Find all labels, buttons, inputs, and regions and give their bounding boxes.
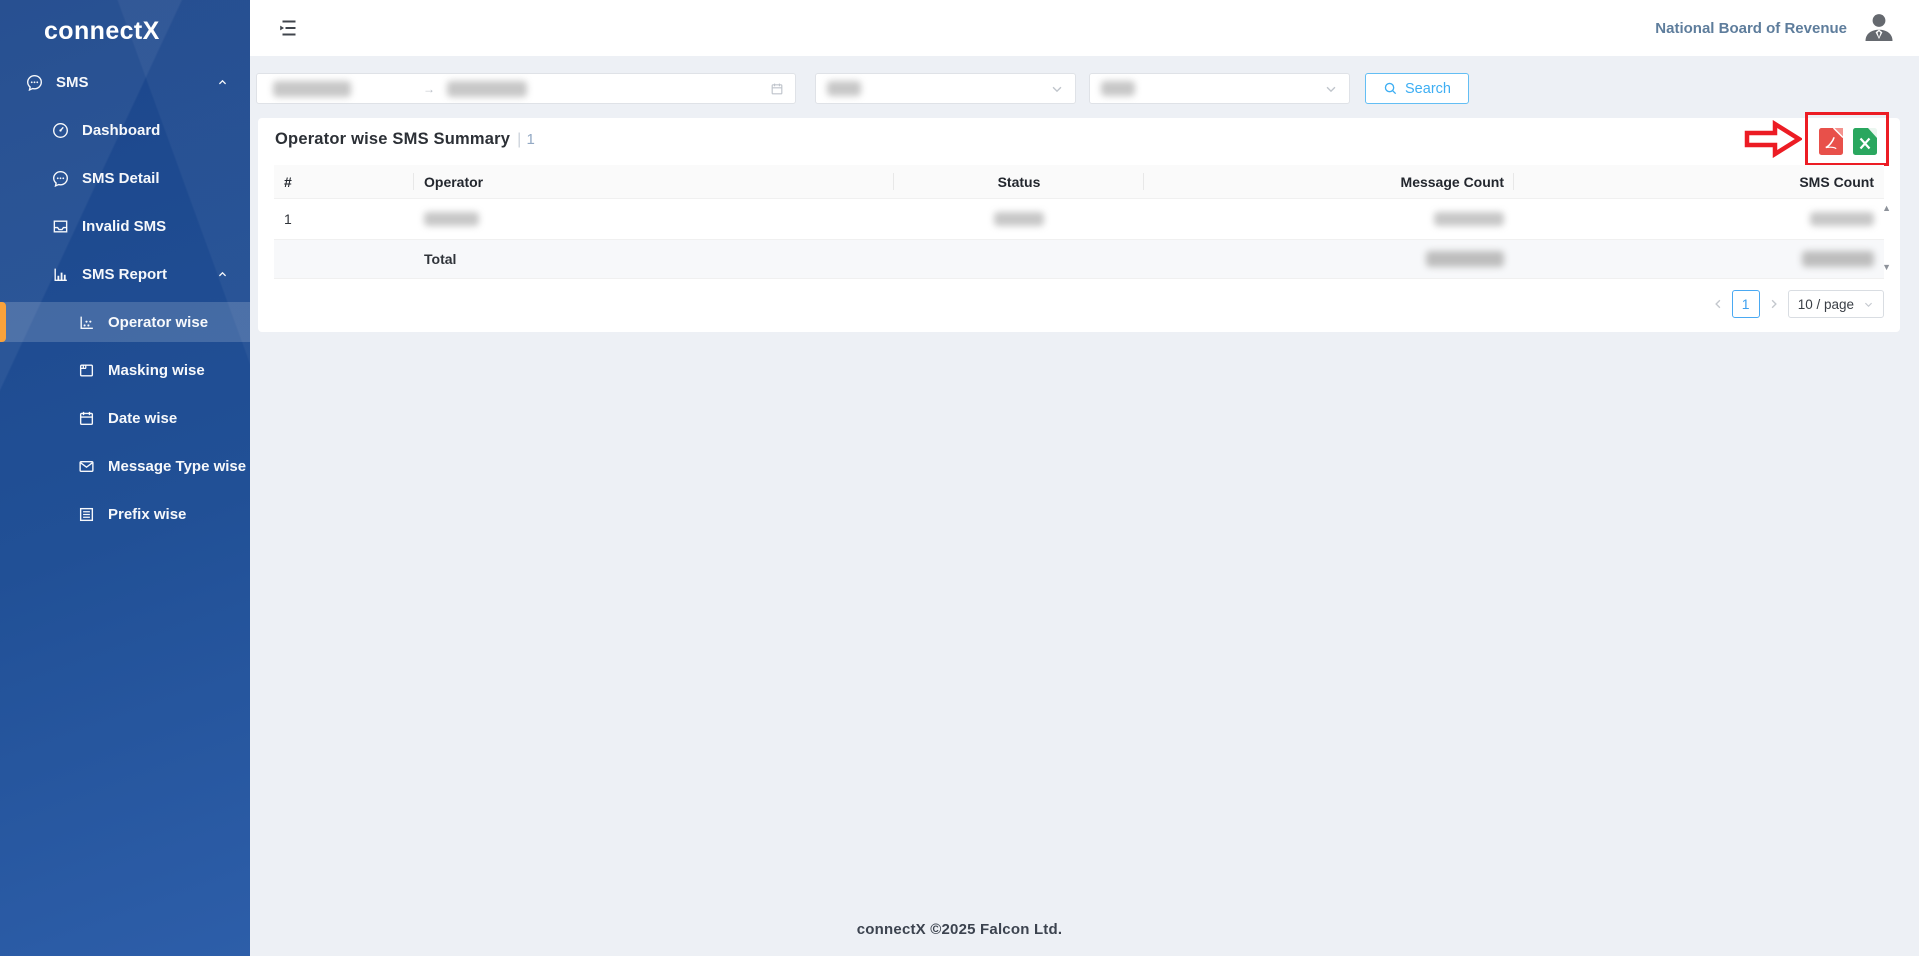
title-divider: | bbox=[517, 131, 521, 148]
sms-icon bbox=[26, 74, 43, 91]
row-index: 1 bbox=[274, 199, 414, 239]
redacted-total-sms-count bbox=[1802, 251, 1874, 267]
footer-text: connectX ©2025 Falcon Ltd. bbox=[250, 921, 1919, 938]
dot-chart-icon bbox=[78, 314, 95, 331]
page-size-label: 10 / page bbox=[1798, 297, 1854, 312]
pagination: 1 10 / page bbox=[1712, 290, 1884, 318]
sidebar-item-prefix-wise[interactable]: Prefix wise bbox=[0, 494, 250, 534]
chevron-down-icon bbox=[1863, 299, 1874, 310]
file-pdf-icon[interactable] bbox=[1819, 128, 1843, 155]
search-button-label: Search bbox=[1405, 81, 1451, 97]
sidebar: connectX SMS Dashboard SMS Detail Invali… bbox=[0, 0, 250, 956]
scrollbar-up-arrow[interactable]: ▲ bbox=[1882, 204, 1891, 213]
calendar-icon bbox=[770, 82, 784, 96]
total-label: Total bbox=[414, 240, 894, 278]
sidebar-item-message-type-wise[interactable]: Message Type wise bbox=[0, 446, 250, 486]
sidebar-item-label: Message Type wise bbox=[108, 458, 246, 475]
next-page-icon[interactable] bbox=[1768, 298, 1780, 310]
sidebar-item-label: Prefix wise bbox=[108, 506, 186, 523]
chevron-down-icon bbox=[1324, 82, 1338, 96]
table-header-row: # Operator Status Message Count SMS Coun… bbox=[274, 165, 1884, 199]
mail-icon bbox=[78, 458, 95, 475]
sidebar-item-label: Invalid SMS bbox=[82, 218, 166, 235]
org-name: National Board of Revenue bbox=[1655, 20, 1847, 37]
date-range-picker[interactable]: → bbox=[256, 73, 796, 104]
masking-panel-icon bbox=[78, 362, 95, 379]
page-title: Operator wise SMS Summary | 1 bbox=[275, 130, 535, 149]
sidebar-item-date-wise[interactable]: Date wise bbox=[0, 398, 250, 438]
sidebar-item-operator-wise[interactable]: Operator wise bbox=[0, 302, 250, 342]
search-icon bbox=[1383, 81, 1398, 96]
sidebar-item-label: SMS Detail bbox=[82, 170, 160, 187]
redacted-start-date bbox=[273, 81, 351, 97]
sidebar-item-label: Operator wise bbox=[108, 314, 208, 331]
scrollbar-down-arrow[interactable]: ▼ bbox=[1882, 263, 1891, 272]
sidebar-item-invalid-sms[interactable]: Invalid SMS bbox=[0, 206, 250, 246]
page-size-select[interactable]: 10 / page bbox=[1788, 290, 1884, 318]
file-excel-icon[interactable] bbox=[1853, 128, 1877, 155]
operator-sms-table: # Operator Status Message Count SMS Coun… bbox=[274, 165, 1884, 279]
header-sms-count: SMS Count bbox=[1514, 165, 1884, 198]
report-chart-icon bbox=[52, 266, 69, 283]
redacted-operator bbox=[424, 212, 479, 226]
summary-title: Operator wise SMS Summary bbox=[275, 130, 510, 148]
header-status: Status bbox=[894, 165, 1144, 198]
chevron-up-icon bbox=[217, 269, 228, 280]
search-button[interactable]: Search bbox=[1365, 73, 1469, 104]
summary-count: 1 bbox=[527, 131, 536, 148]
chevron-down-icon bbox=[1050, 82, 1064, 96]
sidebar-item-dashboard[interactable]: Dashboard bbox=[0, 110, 250, 150]
table-total-row: Total bbox=[274, 240, 1884, 279]
header-index: # bbox=[274, 165, 414, 198]
date-range-separator: → bbox=[423, 82, 435, 96]
sidebar-item-sms[interactable]: SMS bbox=[0, 62, 250, 102]
prev-page-icon[interactable] bbox=[1712, 298, 1724, 310]
menu-fold-icon[interactable] bbox=[278, 17, 300, 39]
sidebar-item-label: SMS bbox=[56, 74, 89, 91]
summary-card: Operator wise SMS Summary | 1 # Operator S… bbox=[258, 118, 1900, 332]
redacted-total-message-count bbox=[1426, 251, 1504, 267]
filter-select-1[interactable] bbox=[815, 73, 1076, 104]
page-number-button[interactable]: 1 bbox=[1732, 290, 1760, 318]
filter-select-2[interactable] bbox=[1089, 73, 1350, 104]
header-message-count: Message Count bbox=[1144, 165, 1514, 198]
sidebar-item-label: Date wise bbox=[108, 410, 177, 427]
redacted-selection bbox=[827, 81, 861, 96]
sidebar-item-label: SMS Report bbox=[82, 266, 167, 283]
redacted-sms-count bbox=[1810, 212, 1874, 226]
chevron-up-icon bbox=[217, 77, 228, 88]
redacted-status bbox=[994, 212, 1044, 226]
header-operator: Operator bbox=[414, 165, 894, 198]
list-box-icon bbox=[78, 506, 95, 523]
redacted-end-date bbox=[447, 81, 527, 97]
app-logo: connectX bbox=[0, 0, 250, 47]
redacted-selection bbox=[1101, 81, 1135, 96]
calendar-icon bbox=[78, 410, 95, 427]
annotation-box bbox=[1805, 112, 1889, 166]
redacted-message-count bbox=[1434, 212, 1504, 226]
table-row: 1 bbox=[274, 199, 1884, 240]
topbar: National Board of Revenue bbox=[250, 0, 1919, 56]
sidebar-item-masking-wise[interactable]: Masking wise bbox=[0, 350, 250, 390]
sms-detail-icon bbox=[52, 170, 69, 187]
invalid-sms-icon bbox=[52, 218, 69, 235]
sidebar-item-sms-detail[interactable]: SMS Detail bbox=[0, 158, 250, 198]
sidebar-item-sms-report[interactable]: SMS Report bbox=[0, 254, 250, 294]
dashboard-icon bbox=[52, 122, 69, 139]
sidebar-menu: SMS Dashboard SMS Detail Invalid SMS SMS… bbox=[0, 62, 250, 534]
main-content: → Search Operator wise SMS Summary | 1 # O… bbox=[250, 56, 1919, 956]
annotation-arrow bbox=[1744, 120, 1802, 158]
user-avatar-icon[interactable] bbox=[1861, 10, 1897, 46]
sidebar-item-label: Dashboard bbox=[82, 122, 160, 139]
sidebar-item-label: Masking wise bbox=[108, 362, 205, 379]
